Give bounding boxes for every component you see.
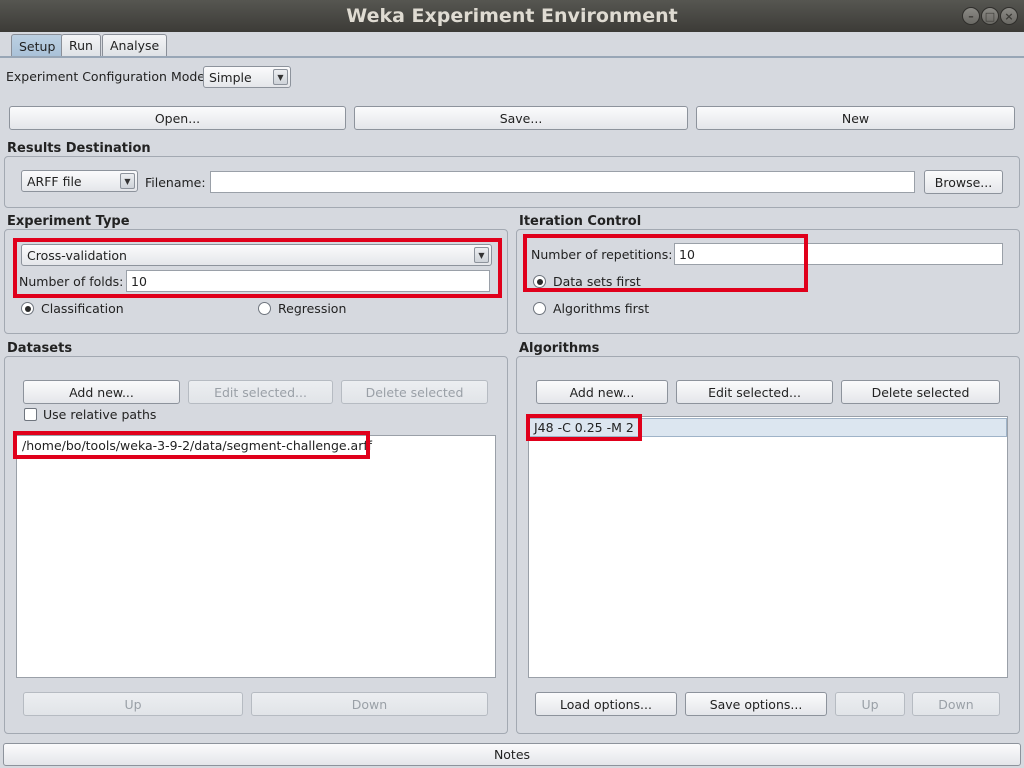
chevron-down-icon: ▼ [273,69,288,85]
regression-label: Regression [278,301,347,316]
use-relative-paths-label: Use relative paths [43,407,157,422]
maximize-icon[interactable]: □ [981,7,999,25]
notes-button[interactable]: Notes [3,743,1021,766]
datasets-up-button[interactable]: Up [23,692,243,716]
highlight-box-iteration-control [523,234,808,292]
algorithms-title: Algorithms [519,341,600,356]
highlight-box-dataset [13,431,370,459]
algorithms-up-button[interactable]: Up [835,692,905,716]
save-button[interactable]: Save... [354,106,688,130]
new-button[interactable]: New [696,106,1015,130]
datasets-list[interactable] [16,435,496,678]
open-button[interactable]: Open... [9,106,346,130]
algorithms-list[interactable] [528,416,1008,678]
config-mode-label: Experiment Configuration Mode [6,69,205,84]
use-relative-paths-checkbox[interactable] [24,408,37,421]
browse-button[interactable]: Browse... [924,170,1003,194]
config-mode-select[interactable]: Simple ▼ [203,66,291,88]
save-options-button[interactable]: Save options... [685,692,827,716]
algorithms-delete-selected-button[interactable]: Delete selected [841,380,1000,404]
experiment-type-title: Experiment Type [7,214,130,229]
close-icon[interactable]: × [1000,7,1018,25]
regression-radio[interactable] [258,302,271,315]
algorithms-first-radio[interactable] [533,302,546,315]
algorithms-down-button[interactable]: Down [912,692,1000,716]
filename-input[interactable] [210,171,915,193]
datasets-title: Datasets [7,341,73,356]
datasets-edit-selected-button[interactable]: Edit selected... [188,380,333,404]
datasets-delete-selected-button[interactable]: Delete selected [341,380,488,404]
datasets-add-new-button[interactable]: Add new... [23,380,180,404]
algorithms-add-new-button[interactable]: Add new... [536,380,668,404]
tab-underline [0,56,1024,58]
classification-radio[interactable] [21,302,34,315]
results-format-select[interactable]: ARFF file ▼ [21,170,138,192]
window-title: Weka Experiment Environment [346,5,678,27]
load-options-button[interactable]: Load options... [535,692,677,716]
tab-analyse[interactable]: Analyse [102,34,168,56]
tab-run[interactable]: Run [61,34,101,56]
minimize-icon[interactable]: – [962,7,980,25]
tab-setup[interactable]: Setup [11,34,64,57]
window-title-bar[interactable]: Weka Experiment Environment [0,0,1024,32]
iteration-control-title: Iteration Control [519,214,642,229]
filename-label: Filename: [145,175,206,190]
highlight-box-algorithm [526,414,642,441]
algorithms-first-label: Algorithms first [553,301,650,316]
classification-label: Classification [41,301,124,316]
results-destination-title: Results Destination [7,141,151,156]
chevron-down-icon: ▼ [120,173,135,189]
datasets-down-button[interactable]: Down [251,692,488,716]
algorithms-edit-selected-button[interactable]: Edit selected... [676,380,833,404]
highlight-box-experiment-type [13,238,502,298]
